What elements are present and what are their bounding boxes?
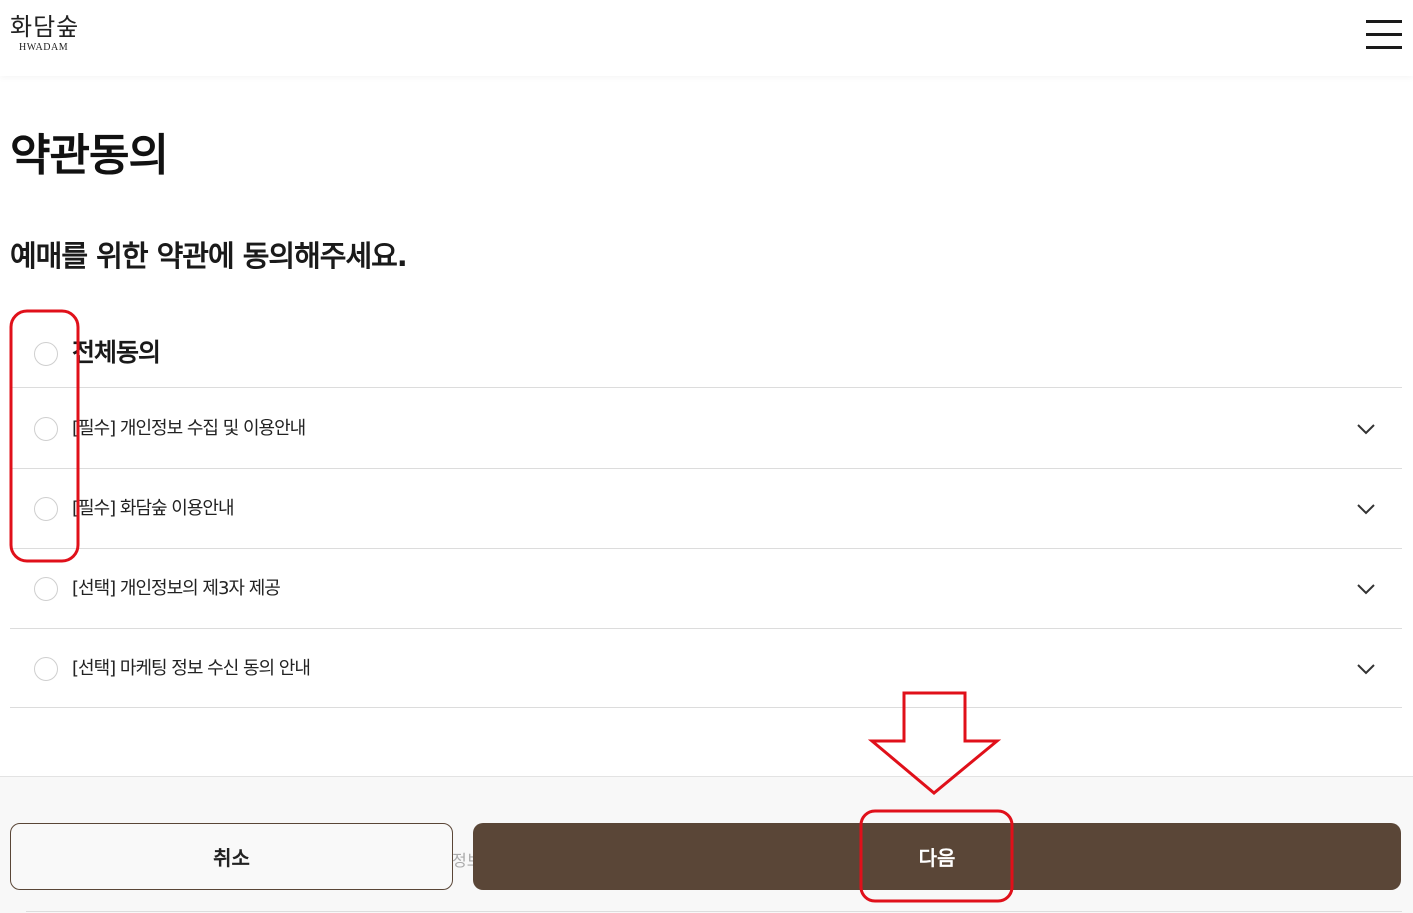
bottom-action-bar: 취소 정보 다음: [0, 776, 1413, 913]
menu-bar: [1366, 20, 1402, 23]
term-row-marketing[interactable]: [선택] 마케팅 정보 수신 동의 안내: [10, 629, 1402, 708]
chevron-down-icon[interactable]: [1356, 419, 1376, 439]
menu-bar: [1366, 46, 1402, 49]
term-label: [필수] 화담숲 이용안내: [72, 498, 235, 519]
term-radio[interactable]: [34, 657, 58, 681]
chevron-down-icon[interactable]: [1356, 499, 1376, 519]
obscured-text: 정보: [452, 851, 474, 870]
term-label: [선택] 마케팅 정보 수신 동의 안내: [72, 658, 311, 679]
page-title: 약관동의: [10, 130, 169, 181]
hamburger-menu-icon[interactable]: [1366, 20, 1402, 50]
term-radio[interactable]: [34, 577, 58, 601]
term-row-hwadam-usage[interactable]: [필수] 화담숲 이용안내: [10, 469, 1402, 549]
term-row-third-party[interactable]: [선택] 개인정보의 제3자 제공: [10, 549, 1402, 629]
logo[interactable]: 화담숲 HWADAM: [10, 12, 100, 54]
term-label: [필수] 개인정보 수집 및 이용안내: [72, 418, 306, 439]
cancel-button[interactable]: 취소: [10, 823, 453, 890]
page-subtitle: 예매를 위한 약관에 동의해주세요.: [10, 239, 408, 273]
term-row-privacy-collection[interactable]: [필수] 개인정보 수집 및 이용안내: [10, 389, 1402, 469]
term-label: [선택] 개인정보의 제3자 제공: [72, 578, 281, 599]
term-radio[interactable]: [34, 417, 58, 441]
term-radio[interactable]: [34, 497, 58, 521]
agree-all-radio[interactable]: [34, 342, 58, 366]
next-button[interactable]: 다음: [473, 823, 1401, 890]
page: 화담숲 HWADAM 약관동의 예매를 위한 약관에 동의해주세요. 전체동의 …: [0, 0, 1413, 913]
top-header: 화담숲 HWADAM: [0, 0, 1413, 76]
logo-english-text: HWADAM: [19, 42, 69, 53]
logo-korean-text: 화담숲: [10, 13, 80, 41]
menu-bar: [1366, 33, 1402, 36]
agree-all-label: 전체동의: [72, 338, 161, 367]
agree-all-row[interactable]: 전체동의: [10, 318, 1402, 388]
chevron-down-icon[interactable]: [1356, 579, 1376, 599]
divider: [26, 911, 1402, 912]
chevron-down-icon[interactable]: [1356, 659, 1376, 679]
